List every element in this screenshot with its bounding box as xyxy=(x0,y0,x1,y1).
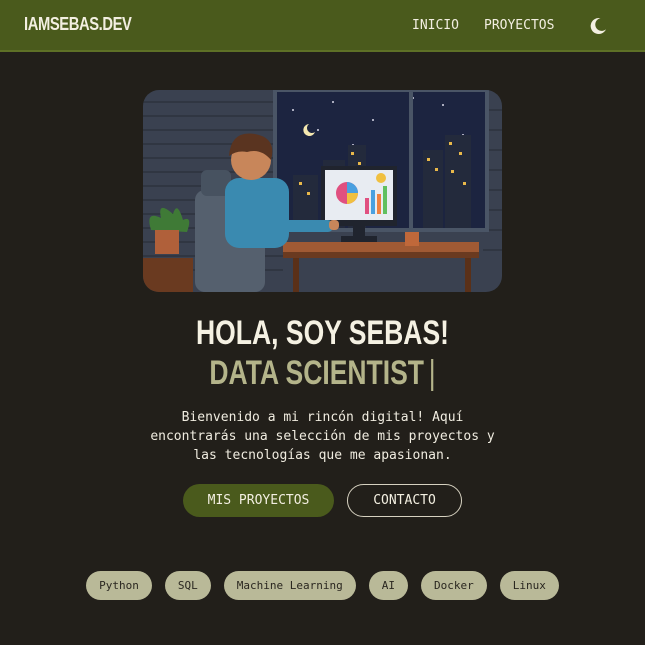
hero-image xyxy=(143,90,502,292)
hero-title: HOLA, SOY SEBAS! xyxy=(196,314,449,352)
navbar: IAMSEBAS.DEV INICIO PROYECTOS xyxy=(0,0,645,52)
brand-logo[interactable]: IAMSEBAS.DEV xyxy=(24,14,132,35)
theme-toggle-button[interactable] xyxy=(587,15,609,37)
tag-ai: AI xyxy=(368,571,408,600)
nav-link-inicio[interactable]: INICIO xyxy=(412,18,459,33)
hero-subtitle: DATA SCIENTIST xyxy=(209,354,425,392)
tag-linux: Linux xyxy=(499,571,559,600)
mis-proyectos-button[interactable]: MIS PROYECTOS xyxy=(183,484,334,517)
typing-cursor: | xyxy=(428,354,436,392)
contacto-button[interactable]: CONTACTO xyxy=(347,484,462,517)
tag-docker: Docker xyxy=(420,571,487,600)
tag-python: Python xyxy=(86,571,152,600)
tech-tags: Python SQL Machine Learning AI Docker Li… xyxy=(0,571,645,600)
description-line: encontrarás una selección de mis proyect… xyxy=(150,429,495,444)
hero-subtitle-line: DATA SCIENTIST | xyxy=(71,354,574,393)
tag-sql: SQL xyxy=(164,571,211,600)
description-line: Bienvenido a mi rincón digital! Aquí xyxy=(181,410,464,425)
description-line: las tecnologías que me apasionan. xyxy=(193,448,452,463)
hero-description: Bienvenido a mi rincón digital! Aquí enc… xyxy=(140,408,505,465)
moon-icon xyxy=(590,17,606,34)
nav-link-proyectos[interactable]: PROYECTOS xyxy=(484,18,554,33)
tag-machine-learning: Machine Learning xyxy=(223,571,356,600)
